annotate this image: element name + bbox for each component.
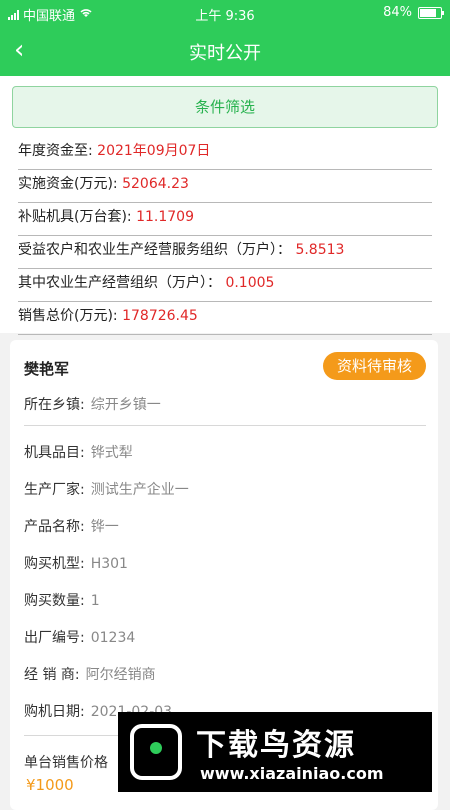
status-bar: 中国联通 上午 9:36 84% [0,0,450,26]
field-value: 铧一 [90,519,119,535]
summary-row-sales: 销售总价(万元): 178726.45 [18,303,432,335]
summary-panel: 年度资金至: 2021年09月07日 实施资金(万元): 52064.23 补贴… [0,138,450,335]
page-title: 实时公开 [189,43,261,64]
summary-row-year: 年度资金至: 2021年09月07日 [18,138,432,170]
field-township: 所在乡镇: 综开乡镇一 [24,394,161,414]
field-value: 阿尔经销商 [85,667,156,683]
summary-label: 销售总价(万元): [18,308,118,324]
nav-bar: ‹ 实时公开 [0,26,450,76]
watermark-text: 下载鸟资源 [196,728,356,763]
field-label: 机具品目: [24,445,85,461]
summary-row-households: 受益农户和农业生产经营服务组织（万户）： 5.8513 [18,237,432,269]
field-label: 所在乡镇: [24,397,85,413]
applicant-name: 樊艳军 [24,360,70,378]
field-model: 购买机型: H301 [24,553,128,573]
field-value: 01234 [90,630,136,646]
filter-section: 条件筛选 [0,76,450,138]
summary-row-machines: 补贴机具(万台套): 11.1709 [18,204,432,236]
field-label: 购买机型: [24,556,85,572]
field-category: 机具品目: 铧式犁 [24,442,133,462]
battery-percent: 84% [383,5,412,20]
summary-label: 实施资金(万元): [18,176,118,192]
field-label: 出厂编号: [24,630,85,646]
summary-row-funds: 实施资金(万元): 52064.23 [18,171,432,203]
field-label: 购机日期: [24,704,85,720]
field-dealer: 经 销 商: 阿尔经销商 [24,664,156,684]
field-serial: 出厂编号: 01234 [24,627,135,647]
watermark-url: www.xiazainiao.com [200,764,384,783]
summary-value: 5.8513 [295,242,345,258]
battery-icon [418,6,444,19]
filter-button[interactable]: 条件筛选 [12,86,438,128]
summary-row-organizations: 其中农业生产经营组织（万户）： 0.1005 [18,270,432,302]
field-value: 综开乡镇一 [90,397,161,413]
field-label: 生产厂家: [24,482,85,498]
summary-value: 11.1709 [136,209,194,225]
field-value: H301 [90,556,128,572]
summary-value: 178726.45 [122,308,198,324]
summary-value: 52064.23 [122,176,189,192]
watermark-banner: 下载鸟资源 www.xiazainiao.com [118,712,432,792]
summary-label: 年度资金至: [18,143,93,159]
field-product-name: 产品名称: 铧一 [24,516,119,536]
summary-value: 0.1005 [225,275,275,291]
field-quantity: 购买数量: 1 [24,590,100,610]
field-value: 测试生产企业一 [90,482,189,498]
status-badge: 资料待审核 [322,352,426,380]
field-label: 产品名称: [24,519,85,535]
summary-value: 2021年09月07日 [97,143,211,159]
status-right: 84% [383,5,444,20]
price-label: 单台销售价格 [24,755,108,771]
price-value: ¥1000 [26,776,74,794]
field-label: 经 销 商: [24,667,80,683]
summary-label: 受益农户和农业生产经营服务组织（万户）： [18,242,291,258]
field-label: 购买数量: [24,593,85,609]
field-value: 铧式犁 [90,445,133,461]
field-value: 1 [90,593,100,609]
field-manufacturer: 生产厂家: 测试生产企业一 [24,479,189,499]
summary-label: 补贴机具(万台套): [18,209,132,225]
summary-label: 其中农业生产经营组织（万户）： [18,275,221,291]
card-divider [24,425,426,426]
bird-logo-icon [130,724,182,780]
